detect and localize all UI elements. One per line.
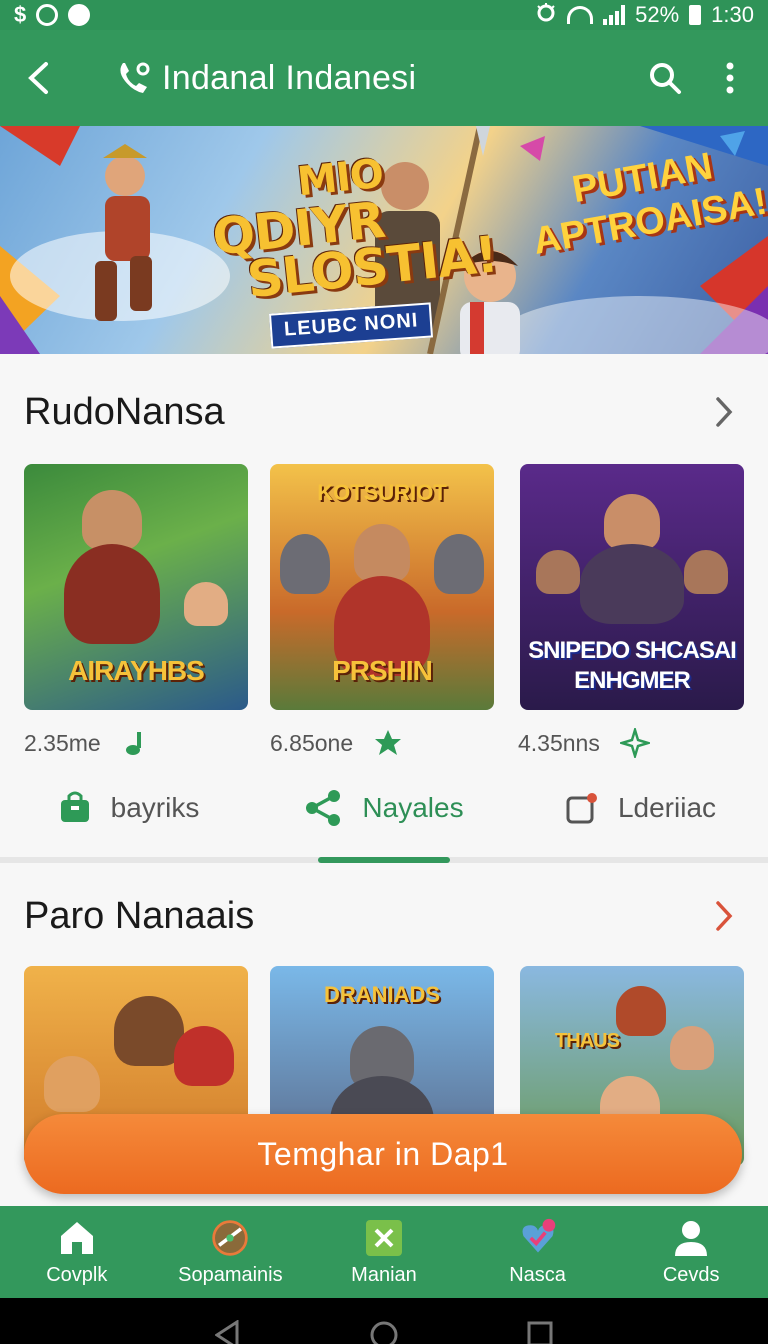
nav-label: Covplk: [46, 1263, 108, 1286]
card-art-text: AIRAYHBS: [68, 655, 205, 686]
share-icon: [306, 790, 341, 826]
card1-meta: 2.35me: [24, 728, 151, 758]
card-pet: [44, 1056, 100, 1112]
card-ally-right: [684, 550, 728, 594]
arrow-left-icon: [28, 62, 48, 94]
heart-badge-icon: [518, 1218, 558, 1258]
more-options-button[interactable]: [700, 30, 760, 126]
nav-item-covplk[interactable]: Covplk: [0, 1206, 154, 1298]
card-character-body: [64, 544, 160, 644]
home-icon: [57, 1218, 97, 1258]
tab-bar: bayriks Nayales Lderiiac: [0, 772, 768, 844]
shopping-bag-icon: [60, 791, 89, 822]
chevron-right-icon[interactable]: [704, 392, 744, 432]
card3-meta-text: 4.35nns: [518, 729, 600, 756]
tab-active-indicator: [318, 857, 450, 863]
tab-lderiiac[interactable]: Lderiiac: [512, 772, 768, 844]
alarm-icon: [535, 1, 557, 29]
cross-tile-icon: [364, 1218, 404, 1258]
more-vertical-icon: [726, 62, 734, 94]
search-icon: [650, 63, 681, 94]
card-child: [174, 1026, 234, 1086]
tab-label: bayriks: [110, 792, 200, 823]
card-character: [604, 494, 660, 550]
person-icon: [671, 1218, 711, 1258]
nav-item-cevds[interactable]: Cevds: [614, 1206, 768, 1298]
back-triangle-icon[interactable]: [213, 1320, 243, 1344]
bottom-nav: Covplk Sopamainis Manian Nasca Cevds: [0, 1206, 768, 1298]
app-bar: Indanal Indanesi: [0, 30, 768, 126]
home-circle-icon[interactable]: [369, 1320, 399, 1344]
music-note-icon: [125, 732, 141, 755]
clock: 1:30: [711, 2, 754, 27]
status-right: 52% 1:30: [535, 1, 754, 29]
nav-label: Sopamainis: [178, 1263, 283, 1286]
card3-meta: 4.35nns: [518, 728, 650, 758]
game-card-3[interactable]: SNIPEDO SHCASAI ENHGMER: [520, 464, 744, 710]
nav-item-manian[interactable]: Manian: [307, 1206, 461, 1298]
notification-square-icon: [566, 793, 597, 824]
app-title: Indanal Indanesi: [162, 58, 417, 97]
card-art-text: SNIPEDO SHCASAI ENHGMER: [528, 637, 737, 694]
battery-icon: [689, 5, 702, 25]
game-card-2[interactable]: KOTSURIOT PRSHIN: [270, 464, 494, 710]
section2-title: Paro Nanaais: [24, 894, 255, 937]
screen: $ 52% 1:30 Indanal Indanesi MIO QDIYR SL…: [0, 0, 768, 1344]
card-character: [82, 490, 142, 550]
battery-percent: 52%: [635, 2, 680, 27]
card-art-text: PRSHIN: [332, 655, 433, 686]
card-art-top: KOTSURIOT: [317, 480, 447, 505]
card-child: [184, 582, 228, 626]
status-bar: $ 52% 1:30: [0, 0, 768, 30]
section2-header[interactable]: Paro Nanaais: [0, 886, 768, 946]
section1-header[interactable]: RudoNansa: [0, 382, 768, 442]
nav-label: Manian: [351, 1263, 417, 1286]
card2-meta-text: 6.85one: [270, 729, 354, 756]
sparkle-icon: [619, 728, 650, 758]
system-nav-bar: [0, 1298, 768, 1344]
card-character-body: [580, 544, 684, 624]
banner-title: MIO QDIYR SLOSTIA!: [206, 140, 500, 309]
compass-icon: [210, 1218, 250, 1258]
nav-item-nasca[interactable]: Nasca: [461, 1206, 615, 1298]
card2-meta: 6.85one: [270, 728, 403, 758]
tab-label: Nayales: [362, 792, 464, 823]
card-wolf-right: [434, 534, 484, 594]
card-art-text: THAUS: [555, 1030, 620, 1052]
status-left: $: [14, 2, 91, 28]
minus-circle-icon: [68, 4, 91, 26]
promo-banner[interactable]: MIO QDIYR SLOSTIA! LEUBC NONI PUTIAN APT…: [0, 126, 768, 354]
back-button[interactable]: [0, 30, 76, 126]
wifi-icon: [567, 6, 594, 24]
card-wolf-left: [280, 534, 330, 594]
app-logo: [114, 58, 154, 98]
dollar-icon: $: [14, 2, 27, 27]
nav-label: Cevds: [662, 1263, 720, 1286]
tab-nayales[interactable]: Nayales: [256, 772, 512, 844]
star-badge-icon: [375, 730, 402, 755]
signal-icon: [603, 5, 626, 25]
section1-title: RudoNansa: [24, 390, 225, 433]
tab-label: Lderiiac: [617, 792, 717, 823]
primary-cta-button[interactable]: Temghar in Dap1: [24, 1114, 742, 1194]
card-ally-left: [536, 550, 580, 594]
game-card-1[interactable]: AIRAYHBS: [24, 464, 248, 710]
circle-icon: [36, 4, 59, 26]
recents-square-icon[interactable]: [525, 1320, 555, 1344]
phone-wrench-icon: [120, 62, 150, 93]
nav-item-sopamainis[interactable]: Sopamainis: [154, 1206, 308, 1298]
chevron-right-icon[interactable]: [704, 896, 744, 936]
card-character: [354, 524, 410, 582]
search-button[interactable]: [630, 30, 700, 126]
card-art-top: DRANIADS: [323, 982, 441, 1007]
card1-meta-text: 2.35me: [24, 729, 101, 756]
nav-label: Nasca: [509, 1263, 566, 1286]
tab-bayriks[interactable]: bayriks: [0, 772, 256, 844]
